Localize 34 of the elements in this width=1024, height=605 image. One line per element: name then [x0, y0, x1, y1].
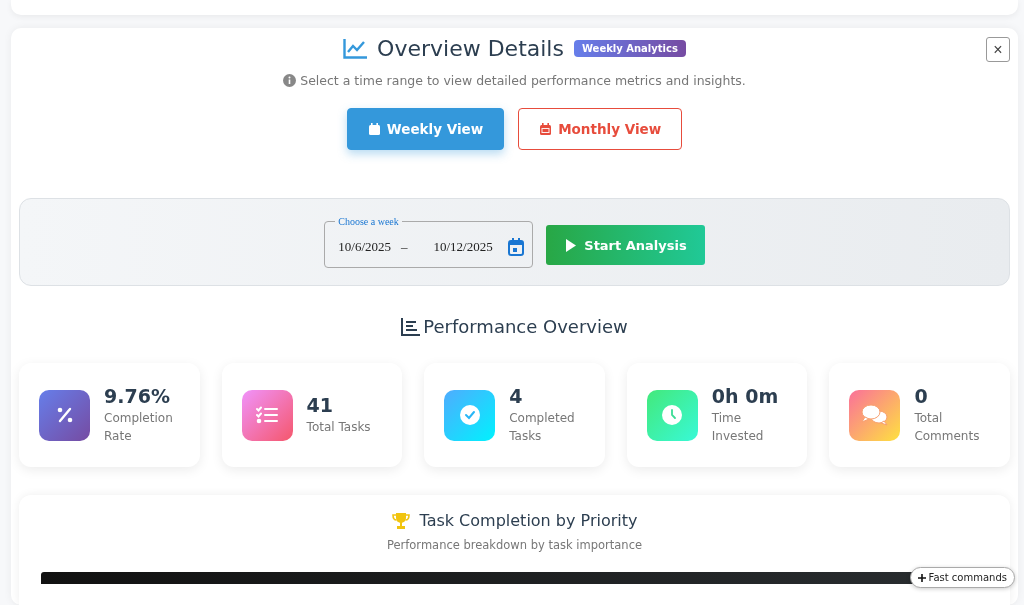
- stat-label: Time Invested: [711, 410, 765, 445]
- stat-label: Completed Tasks: [509, 410, 576, 445]
- stat-value: 41: [306, 394, 335, 416]
- percent-icon: [55, 406, 74, 424]
- stat-value: 0h 0m: [711, 385, 780, 407]
- section-title: Performance Overview: [423, 316, 628, 337]
- calendar-icon: [539, 122, 553, 136]
- play-icon: [566, 238, 577, 252]
- stat-label: Completion Rate: [104, 410, 174, 445]
- calendar-icon: [367, 122, 381, 136]
- card-subtitle: Performance breakdown by task importance: [386, 538, 643, 552]
- clock-icon: [661, 404, 684, 426]
- stat-label: Total Comments: [914, 410, 981, 445]
- stat-value: 9.76%: [104, 385, 171, 407]
- close-button[interactable]: ×: [986, 37, 1010, 62]
- check-circle-icon: [458, 404, 481, 426]
- stat-label: Total Tasks: [306, 419, 371, 436]
- stat-value: 0: [914, 385, 929, 407]
- calendar-icon[interactable]: [508, 238, 525, 256]
- line-chart-icon: [343, 38, 368, 59]
- analytics-badge: Weekly Analytics: [573, 40, 686, 57]
- info-icon: [283, 74, 297, 87]
- fast-commands-button[interactable]: Fast commands: [909, 567, 1015, 588]
- panel-title: Overview Details: [377, 36, 564, 61]
- trophy-icon: [391, 511, 410, 530]
- stat-value: 4: [509, 385, 524, 407]
- week-picker-field[interactable]: Choose a week 10/6/2025 – 10/12/2025: [324, 216, 534, 268]
- hint-text: Select a time range to view detailed performance metrics and insights.: [300, 73, 746, 88]
- plus-icon: [917, 573, 926, 582]
- checklist-icon: [256, 406, 279, 424]
- card-title: Task Completion by Priority: [419, 511, 638, 530]
- list-icon: [401, 317, 422, 336]
- comments-icon: [860, 404, 889, 426]
- view-toggle-button[interactable]: Monthly View: [518, 108, 683, 150]
